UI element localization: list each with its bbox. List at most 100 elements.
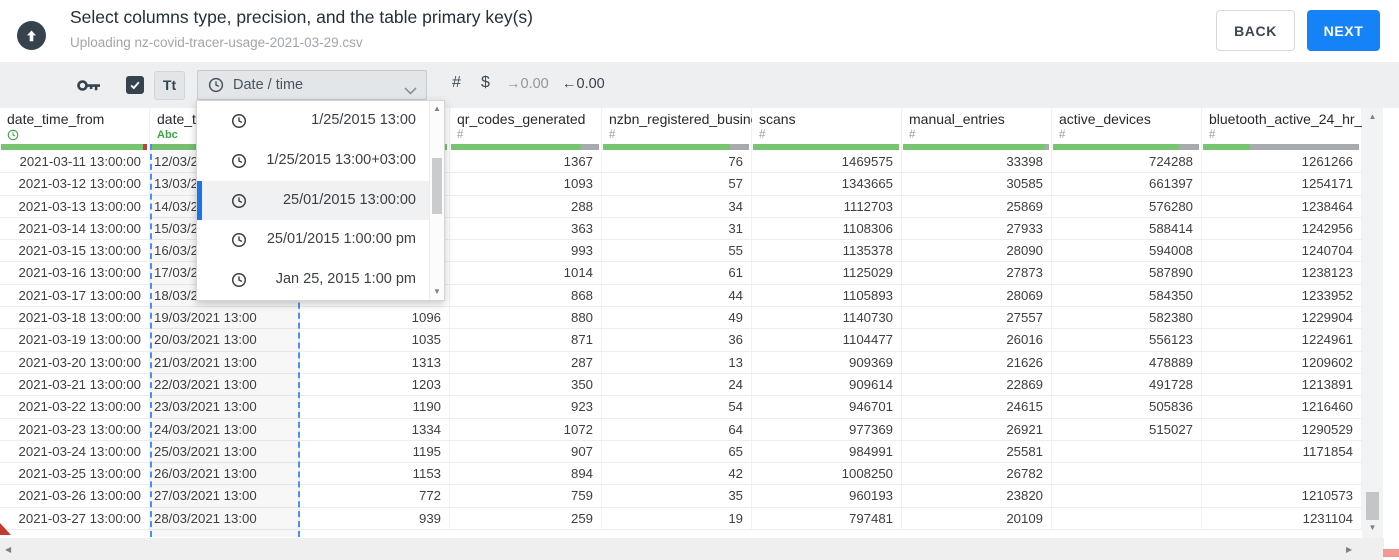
table-cell[interactable]: 797481 [752, 507, 902, 530]
column-header-manual_entries[interactable]: manual_entries # [902, 108, 1052, 151]
table-cell[interactable]: 1104477 [752, 329, 902, 351]
table-cell[interactable]: 27/03/2021 13:00 [150, 485, 300, 507]
table-cell[interactable]: 946701 [752, 396, 902, 418]
table-cell[interactable]: 491728 [1052, 373, 1202, 396]
table-cell[interactable]: 26016 [902, 329, 1052, 351]
table-cell[interactable]: 65 [602, 440, 752, 463]
currency-type-button[interactable]: $ [481, 74, 490, 92]
table-cell[interactable]: 25869 [902, 195, 1052, 217]
table-cell[interactable]: 478889 [1052, 351, 1202, 373]
table-cell[interactable]: 923 [450, 396, 602, 418]
table-cell[interactable]: 2021-03-16 13:00:00 [0, 262, 150, 284]
table-cell[interactable]: 36 [602, 329, 752, 351]
table-cell[interactable]: 22/03/2021 13:00 [150, 373, 300, 396]
table-cell[interactable]: 2021-03-26 13:00:00 [0, 485, 150, 507]
table-cell[interactable] [1202, 463, 1362, 485]
table-cell[interactable]: 1190 [300, 396, 450, 418]
table-cell[interactable]: 993 [450, 240, 602, 262]
table-cell[interactable]: 2021-03-11 13:00:00 [0, 151, 150, 173]
table-cell[interactable]: 2021-03-25 13:00:00 [0, 463, 150, 485]
menu-scrollbar[interactable]: ▲ ▼ [429, 101, 444, 300]
datetime-format-option[interactable]: 25/01/2015 1:00:00 pm [197, 220, 430, 260]
table-cell[interactable]: 25/03/2021 13:00 [150, 440, 300, 463]
table-cell[interactable]: 1469575 [752, 151, 902, 173]
table-cell[interactable]: 76 [602, 151, 752, 173]
table-cell[interactable]: 33398 [902, 151, 1052, 173]
next-button[interactable]: NEXT [1307, 10, 1380, 51]
table-cell[interactable]: 22869 [902, 373, 1052, 396]
table-cell[interactable]: 1153 [300, 463, 450, 485]
table-cell[interactable]: 24/03/2021 13:00 [150, 418, 300, 440]
table-cell[interactable]: 44 [602, 284, 752, 307]
increase-decimal-button[interactable]: ←0.00 [562, 76, 605, 92]
table-cell[interactable]: 1240704 [1202, 240, 1362, 262]
table-cell[interactable]: 587890 [1052, 262, 1202, 284]
table-cell[interactable]: 1229904 [1202, 307, 1362, 329]
table-cell[interactable]: 2021-03-22 13:00:00 [0, 396, 150, 418]
table-cell[interactable]: 27933 [902, 217, 1052, 240]
table-cell[interactable]: 984991 [752, 440, 902, 463]
vertical-scrollbar[interactable]: ▲ ▼ [1362, 108, 1383, 538]
table-cell[interactable]: 2021-03-12 13:00:00 [0, 173, 150, 195]
horizontal-scrollbar[interactable]: ◀ ▶ [0, 538, 1362, 560]
table-cell[interactable]: 61 [602, 262, 752, 284]
table-cell[interactable]: 54 [602, 396, 752, 418]
table-cell[interactable]: 772 [300, 485, 450, 507]
table-cell[interactable]: 588414 [1052, 217, 1202, 240]
table-cell[interactable]: 2021-03-17 13:00:00 [0, 284, 150, 307]
table-cell[interactable]: 894 [450, 463, 602, 485]
text-type-button[interactable]: Tt [154, 71, 185, 100]
table-cell[interactable]: 49 [602, 307, 752, 329]
table-cell[interactable]: 1014 [450, 262, 602, 284]
table-cell[interactable]: 1096 [300, 307, 450, 329]
table-cell[interactable]: 2021-03-20 13:00:00 [0, 351, 150, 373]
scroll-right-button[interactable]: ▶ [1346, 545, 1352, 554]
table-cell[interactable]: 977369 [752, 418, 902, 440]
table-cell[interactable]: 515027 [1052, 418, 1202, 440]
table-cell[interactable] [1052, 440, 1202, 463]
column-header-date_time_from[interactable]: date_time_from [0, 108, 150, 151]
table-cell[interactable]: 1171854 [1202, 440, 1362, 463]
menu-scroll-down-button[interactable]: ▼ [430, 286, 444, 298]
table-cell[interactable]: 2021-03-13 13:00:00 [0, 195, 150, 217]
table-cell[interactable]: 55 [602, 240, 752, 262]
table-cell[interactable]: 880 [450, 307, 602, 329]
table-cell[interactable]: 20109 [902, 507, 1052, 530]
datetime-format-option[interactable]: 1/25/2015 13:00 [197, 101, 430, 141]
table-cell[interactable] [1052, 485, 1202, 507]
table-cell[interactable]: 1210573 [1202, 485, 1362, 507]
table-cell[interactable]: 1343665 [752, 173, 902, 195]
table-cell[interactable]: 2021-03-14 13:00:00 [0, 217, 150, 240]
table-cell[interactable]: 19 [602, 507, 752, 530]
decrease-decimal-button[interactable]: →0.00 [506, 76, 549, 92]
table-cell[interactable]: 1195 [300, 440, 450, 463]
table-cell[interactable]: 556123 [1052, 329, 1202, 351]
table-cell[interactable]: 1238464 [1202, 195, 1362, 217]
table-cell[interactable]: 1216460 [1202, 396, 1362, 418]
table-cell[interactable]: 288 [450, 195, 602, 217]
table-cell[interactable]: 960193 [752, 485, 902, 507]
table-cell[interactable]: 25581 [902, 440, 1052, 463]
table-cell[interactable]: 1231104 [1202, 507, 1362, 530]
table-cell[interactable]: 868 [450, 284, 602, 307]
table-cell[interactable]: 24 [602, 373, 752, 396]
back-button[interactable]: BACK [1216, 10, 1295, 51]
table-cell[interactable]: 23820 [902, 485, 1052, 507]
table-cell[interactable]: 594008 [1052, 240, 1202, 262]
table-cell[interactable]: 1334 [300, 418, 450, 440]
table-cell[interactable]: 1261266 [1202, 151, 1362, 173]
checkbox-type-button[interactable] [126, 76, 144, 94]
table-cell[interactable]: 907 [450, 440, 602, 463]
column-header-active_devices[interactable]: active_devices # [1052, 108, 1202, 151]
table-cell[interactable]: 1242956 [1202, 217, 1362, 240]
table-cell[interactable]: 582380 [1052, 307, 1202, 329]
table-cell[interactable]: 1209602 [1202, 351, 1362, 373]
table-cell[interactable]: 2021-03-23 13:00:00 [0, 418, 150, 440]
scroll-up-button[interactable]: ▲ [1362, 111, 1383, 123]
table-cell[interactable]: 363 [450, 217, 602, 240]
table-cell[interactable]: 1238123 [1202, 262, 1362, 284]
table-cell[interactable]: 64 [602, 418, 752, 440]
table-cell[interactable]: 2021-03-24 13:00:00 [0, 440, 150, 463]
table-cell[interactable]: 1254171 [1202, 173, 1362, 195]
menu-scroll-thumb[interactable] [432, 158, 442, 214]
